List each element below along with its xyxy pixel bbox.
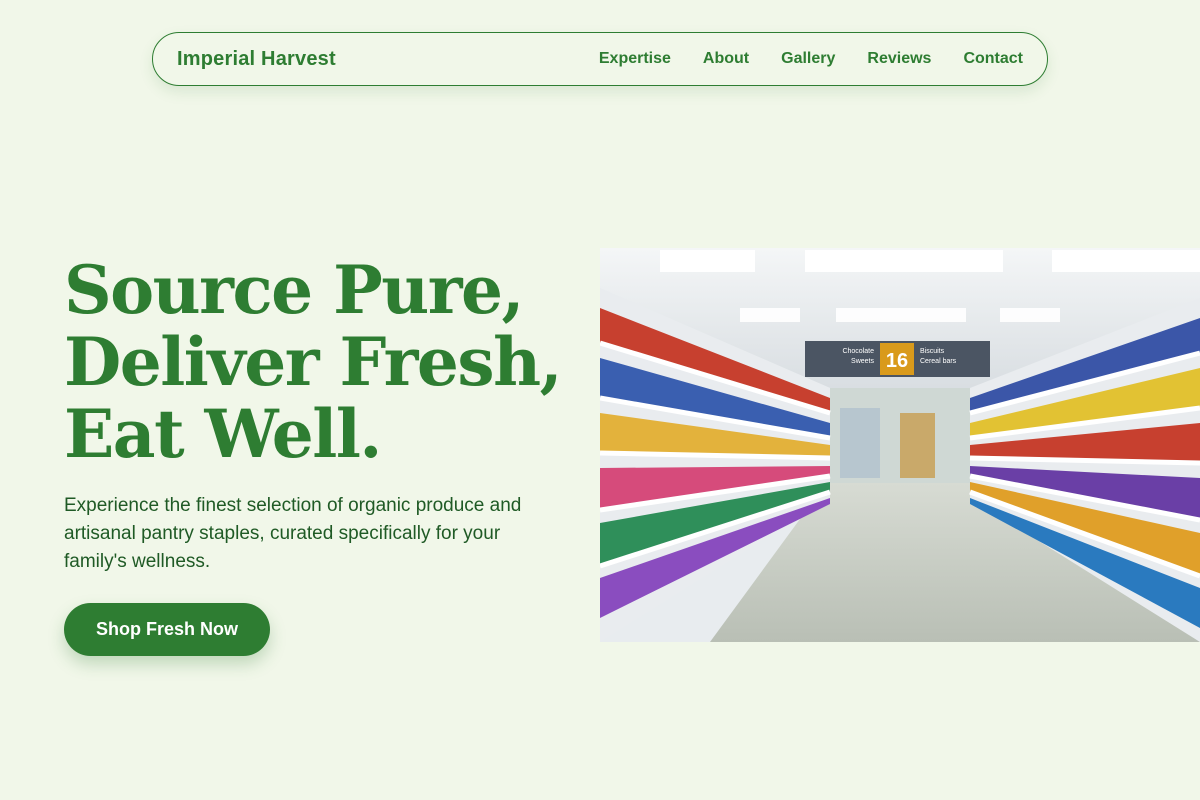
headline-line-1: Source Pure,	[64, 251, 524, 329]
hero-subtext: Experience the finest selection of organ…	[64, 495, 522, 572]
shop-fresh-button[interactable]: Shop Fresh Now	[64, 603, 270, 656]
headline-line-2: Deliver Fresh,	[64, 323, 563, 401]
nav-link-gallery[interactable]: Gallery	[781, 50, 835, 68]
top-nav: Imperial Harvest Expertise About Gallery…	[152, 32, 1048, 86]
aisle-sign-left-1: Chocolate	[842, 348, 874, 355]
headline-line-3: Eat Well.	[64, 395, 382, 473]
nav-links: Expertise About Gallery Reviews Contact	[567, 50, 1023, 68]
nav-link-about[interactable]: About	[703, 50, 749, 68]
nav-link-contact[interactable]: Contact	[963, 50, 1023, 68]
hero-headline: Source Pure, Deliver Fresh, Eat Well.	[64, 254, 584, 470]
aisle-sign-left-2: Sweets	[851, 358, 874, 365]
hero-image: 16 Chocolate Sweets Biscuits Cereal bars	[600, 248, 1200, 642]
supermarket-aisle-image: 16 Chocolate Sweets Biscuits Cereal bars	[600, 248, 1200, 642]
aisle-sign-right-2: Cereal bars	[920, 358, 957, 365]
nav-link-reviews[interactable]: Reviews	[867, 50, 931, 68]
brand-logo[interactable]: Imperial Harvest	[177, 48, 336, 71]
aisle-sign-right-1: Biscuits	[920, 348, 945, 355]
nav-link-expertise[interactable]: Expertise	[599, 50, 671, 68]
aisle-sign-number: 16	[886, 350, 908, 372]
